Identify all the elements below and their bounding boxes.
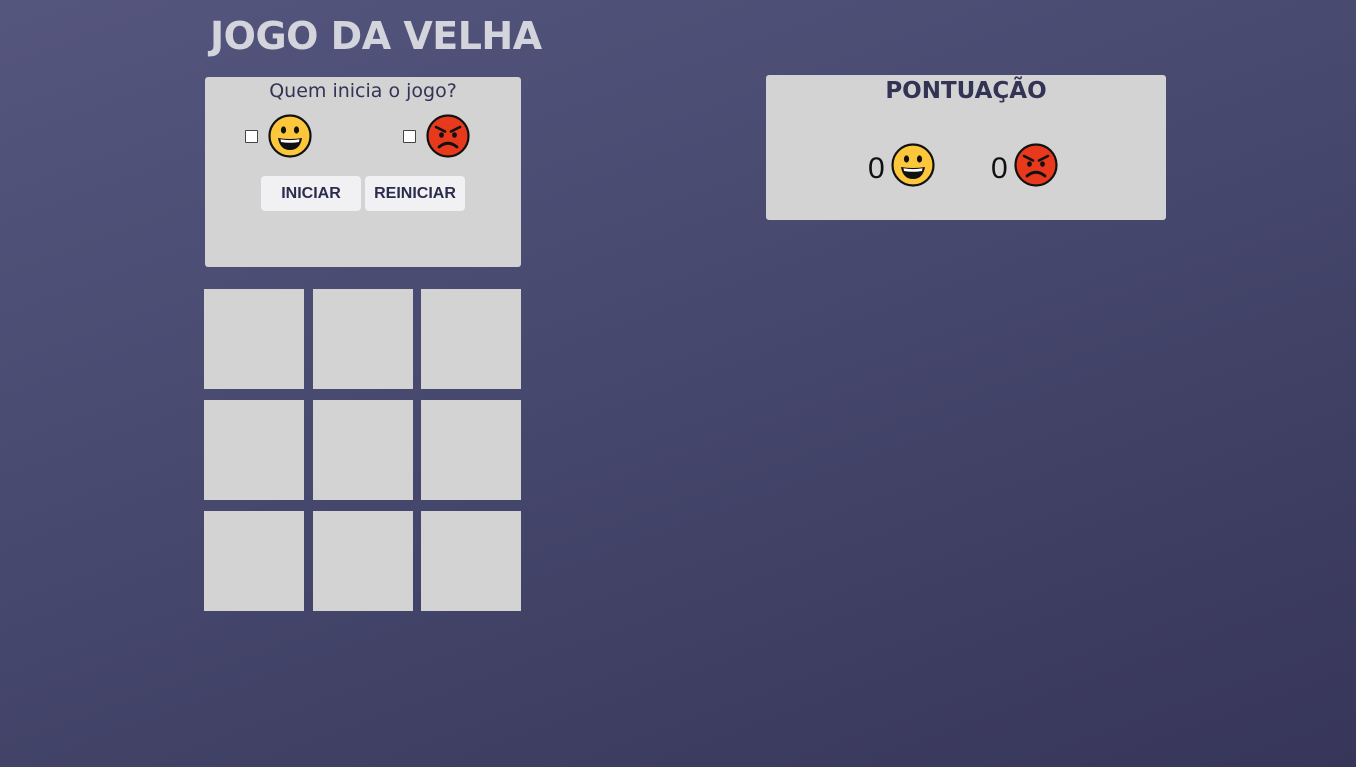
score-panel: PONTUAÇÃO 0 0 <box>766 75 1166 220</box>
angry-face-icon <box>1014 143 1058 187</box>
happy-face-icon <box>891 143 935 187</box>
start-question: Quem inicia o jogo? <box>269 80 457 102</box>
happy-face-icon <box>268 114 312 158</box>
board-cell[interactable] <box>313 289 413 389</box>
board-cell[interactable] <box>421 400 521 500</box>
board-cell[interactable] <box>421 511 521 611</box>
angry-face-icon <box>426 114 470 158</box>
board-cell[interactable] <box>313 511 413 611</box>
board-cell[interactable] <box>204 511 304 611</box>
game-board <box>204 289 521 611</box>
start-player-panel: Quem inicia o jogo? INICIAR REINICIAR <box>205 77 521 267</box>
restart-button[interactable]: REINICIAR <box>365 176 465 211</box>
start-button[interactable]: INICIAR <box>261 176 361 211</box>
board-cell[interactable] <box>421 289 521 389</box>
board-cell[interactable] <box>204 289 304 389</box>
board-cell[interactable] <box>313 400 413 500</box>
score-title: PONTUAÇÃO <box>885 78 1047 104</box>
board-cell[interactable] <box>204 400 304 500</box>
angry-start-checkbox[interactable] <box>403 130 416 143</box>
angry-score: 0 <box>991 152 1008 185</box>
happy-score: 0 <box>868 152 885 185</box>
page-title: JOGO DA VELHA <box>210 14 542 58</box>
happy-start-checkbox[interactable] <box>245 130 258 143</box>
